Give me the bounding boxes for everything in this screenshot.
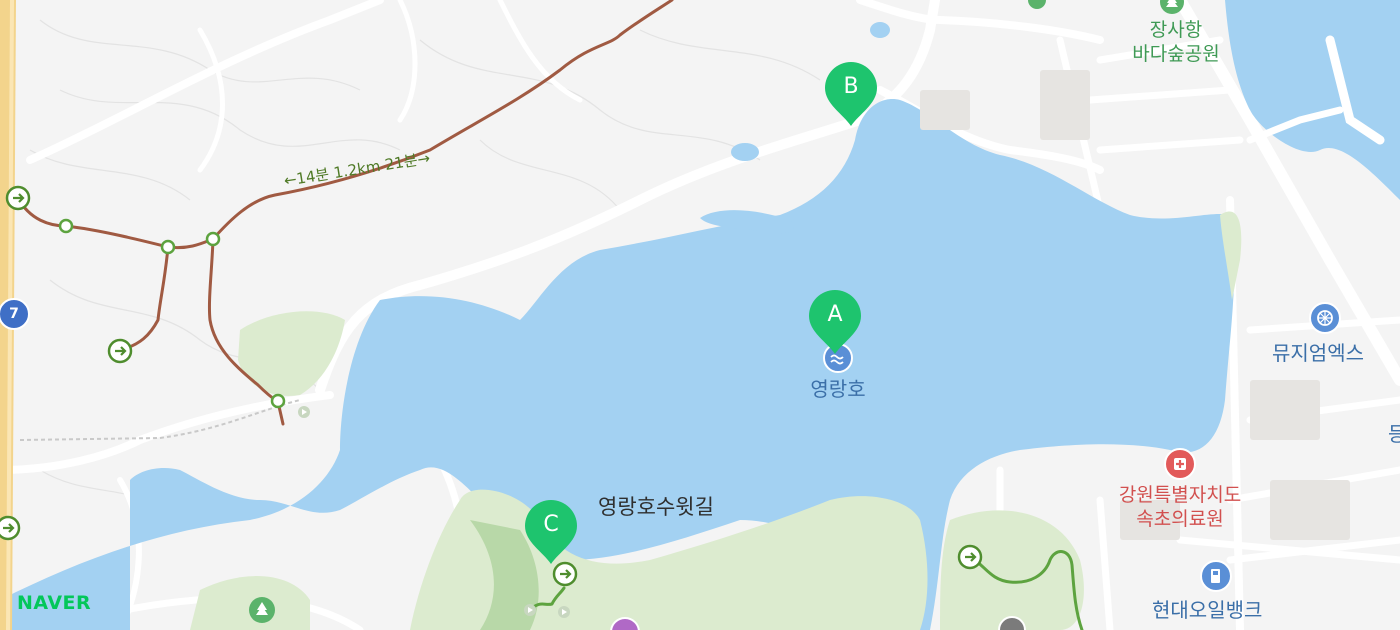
lake-label[interactable]: 영랑호 [802, 373, 874, 402]
entrance-arrow-icon [107, 338, 133, 364]
tree-icon [249, 597, 275, 623]
edge-label-fragment: 등 [1388, 422, 1400, 446]
hospital-label-line2: 속초의료원 [1136, 508, 1224, 530]
hospital-icon [1164, 448, 1196, 480]
map-view[interactable]: ←14분 1.2km 21분→ 7 장사항 바다숲공원 영랑호 영랑호수윗길 뮤… [0, 0, 1400, 630]
gas-station-label[interactable]: 현대오일뱅크 [1152, 594, 1262, 623]
naver-logo: NAVER [17, 592, 92, 614]
gas-station-icon [1200, 560, 1232, 592]
trail-label[interactable]: 영랑호수윗길 [598, 491, 714, 521]
entrance-arrow-icon [552, 561, 578, 587]
small-play-icon [558, 606, 570, 618]
hospital-label[interactable]: 강원특별자치도 속초의료원 [1100, 483, 1260, 531]
water-icon [823, 343, 853, 373]
entrance-arrow-icon [0, 515, 21, 541]
entrance-arrow-icon [5, 185, 31, 211]
small-play-icon [298, 406, 310, 418]
road-number-label: 7 [9, 306, 19, 322]
park-label-line1: 장사항 [1149, 19, 1203, 41]
park-label-line2: 바다숲공원 [1132, 43, 1220, 65]
park-label[interactable]: 장사항 바다숲공원 [1106, 18, 1246, 66]
map-base-layer [0, 0, 1400, 630]
museum-label[interactable]: 뮤지엄엑스 [1272, 337, 1364, 366]
ferris-wheel-icon [1309, 302, 1341, 334]
small-play-icon [524, 604, 536, 616]
entrance-arrow-icon [957, 544, 983, 570]
hospital-label-line1: 강원특별자치도 [1118, 484, 1242, 506]
